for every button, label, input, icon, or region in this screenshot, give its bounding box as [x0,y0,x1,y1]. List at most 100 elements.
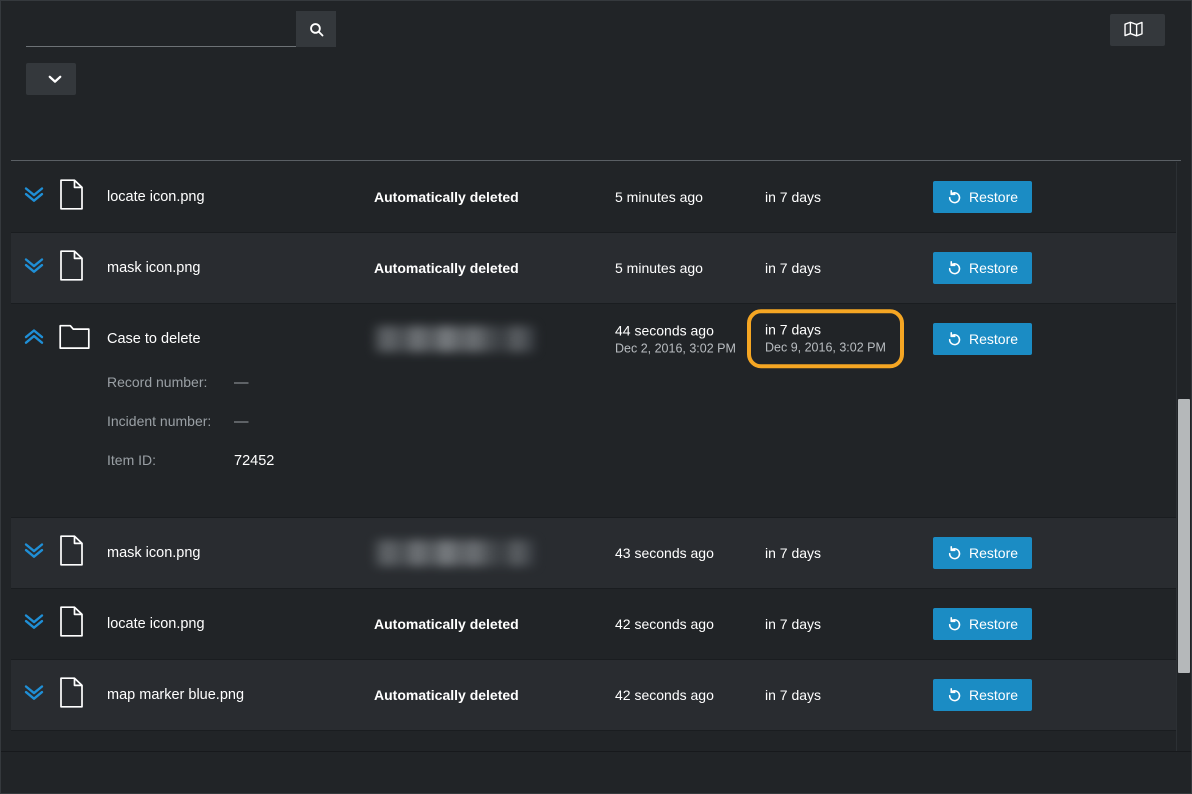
restore-button-label: Restore [969,189,1019,205]
restore-button-label: Restore [969,616,1019,632]
row-purge-date: in 7 days [765,260,821,276]
row-name[interactable]: mask icon.png [107,260,201,276]
detail-line: Incident number: — [107,413,1181,452]
restore-button[interactable]: Restore [933,181,1033,213]
restore-icon [947,616,962,632]
row-deleted-by: Automatically deleted [374,687,519,703]
search-input[interactable] [26,11,296,47]
table-row: map marker blue.png Automatically deleted… [11,660,1181,731]
view-map-button[interactable] [1110,14,1165,46]
row-purge-date: in 7 days [765,616,821,632]
search-button[interactable] [296,11,336,47]
chevron-double-up-icon [23,328,45,346]
row-type-icon-cell [59,677,84,713]
top-toolbar [1,1,1191,105]
row-expand-toggle[interactable] [23,186,45,209]
file-icon [59,606,84,637]
redacted-value [374,326,536,352]
restore-button[interactable]: Restore [933,608,1033,640]
row-deletion-date: 43 seconds ago [615,545,714,561]
search-icon [308,21,325,38]
chevron-double-down-icon [23,257,45,275]
results-footer [1,751,1191,793]
results-list: locate icon.png Automatically deleted 5 mi… [11,162,1181,751]
row-expand-toggle[interactable] [23,328,45,351]
restore-button[interactable]: Restore [933,679,1033,711]
table-row-main: map marker blue.png Automatically deleted… [11,660,1181,730]
chevron-double-down-icon [23,684,45,702]
scrollbar-track[interactable] [1176,162,1190,751]
table-row-main: mask icon.png 43 seconds ago in 7 days Rest… [11,518,1181,588]
detail-label: Incident number: [107,413,212,429]
row-name[interactable]: mask icon.png [107,545,201,561]
table-row: locate icon.png Automatically deleted 42 s… [11,589,1181,660]
row-type-icon-cell [59,324,90,355]
detail-value: — [234,375,249,391]
folder-icon [59,324,90,350]
row-name[interactable]: map marker blue.png [107,687,244,703]
row-purge-date: in 7 days [765,687,821,703]
row-type-icon-cell [59,179,84,215]
row-action-cell: Restore [933,608,1033,640]
row-purge-date-primary: in 7 days [765,544,822,561]
row-deletion-date: 5 minutes ago [615,260,703,276]
restore-icon [947,545,962,561]
chevron-double-down-icon [23,186,45,204]
detail-label: Record number: [107,374,208,390]
file-icon [59,677,84,708]
scrollbar-thumb[interactable] [1178,399,1190,673]
row-purge-date-primary: in 7 days [765,615,822,632]
row-deletion-date-primary: 42 seconds ago [615,615,714,632]
chevron-down-icon [48,71,62,87]
row-purge-date: in 7 days Dec 9, 2016, 3:02 PM [747,309,904,369]
detail-line: Record number: — [107,374,1181,413]
row-deletion-date-primary: 43 seconds ago [615,544,714,561]
table-row-main: locate icon.png Automatically deleted 42 s… [11,589,1181,659]
row-deletion-date-primary: 5 minutes ago [615,259,703,276]
row-expand-toggle[interactable] [23,613,45,636]
row-expand-toggle[interactable] [23,542,45,565]
restore-button-label: Restore [969,331,1019,347]
restore-icon [947,260,962,276]
row-name[interactable]: locate icon.png [107,616,205,632]
table-row: mask icon.png Automatically deleted 5 minu… [11,233,1181,304]
row-deletion-date: 42 seconds ago [615,616,714,632]
file-icon [59,250,84,281]
row-expand-toggle[interactable] [23,257,45,280]
row-deleted-by [374,540,536,566]
chevron-double-down-icon [23,613,45,631]
row-deletion-date-primary: 5 minutes ago [615,188,703,205]
restore-button[interactable]: Restore [933,252,1033,284]
row-action-cell: Restore [933,181,1033,213]
row-deletion-date-secondary: Dec 2, 2016, 3:02 PM [615,341,736,356]
row-expand-toggle[interactable] [23,684,45,707]
row-purge-date-primary: in 7 days [765,188,822,205]
detail-value: — [234,414,249,430]
restore-button[interactable]: Restore [933,537,1033,569]
redacted-value [374,540,536,566]
row-name[interactable]: Case to delete [107,331,201,347]
file-icon [59,179,84,210]
row-purge-date-primary: in 7 days [765,321,822,338]
search-bar [26,11,336,47]
row-deletion-date: 42 seconds ago [615,687,714,703]
restore-button-label: Restore [969,687,1019,703]
file-icon [59,535,84,566]
row-deleted-by: Automatically deleted [374,260,519,276]
restore-icon [947,189,962,205]
detail-line: Item ID: 72452 [107,452,1181,491]
row-name[interactable]: locate icon.png [107,189,205,205]
search-tools-button[interactable] [26,63,76,95]
detail-label: Item ID: [107,452,157,468]
restore-icon [947,687,962,703]
row-deleted-by: Automatically deleted [374,189,519,205]
deleted-items-page: locate icon.png Automatically deleted 5 mi… [0,0,1192,794]
restore-icon [947,331,962,347]
row-purge-date: in 7 days [765,189,821,205]
restore-button[interactable]: Restore [933,323,1033,355]
table-row: mask icon.png 43 seconds ago in 7 days Rest… [11,518,1181,589]
map-icon [1124,21,1143,40]
row-deleted-by [374,326,536,352]
row-action-cell: Restore [933,323,1033,355]
table-row: locate icon.png Automatically deleted 5 mi… [11,162,1181,233]
